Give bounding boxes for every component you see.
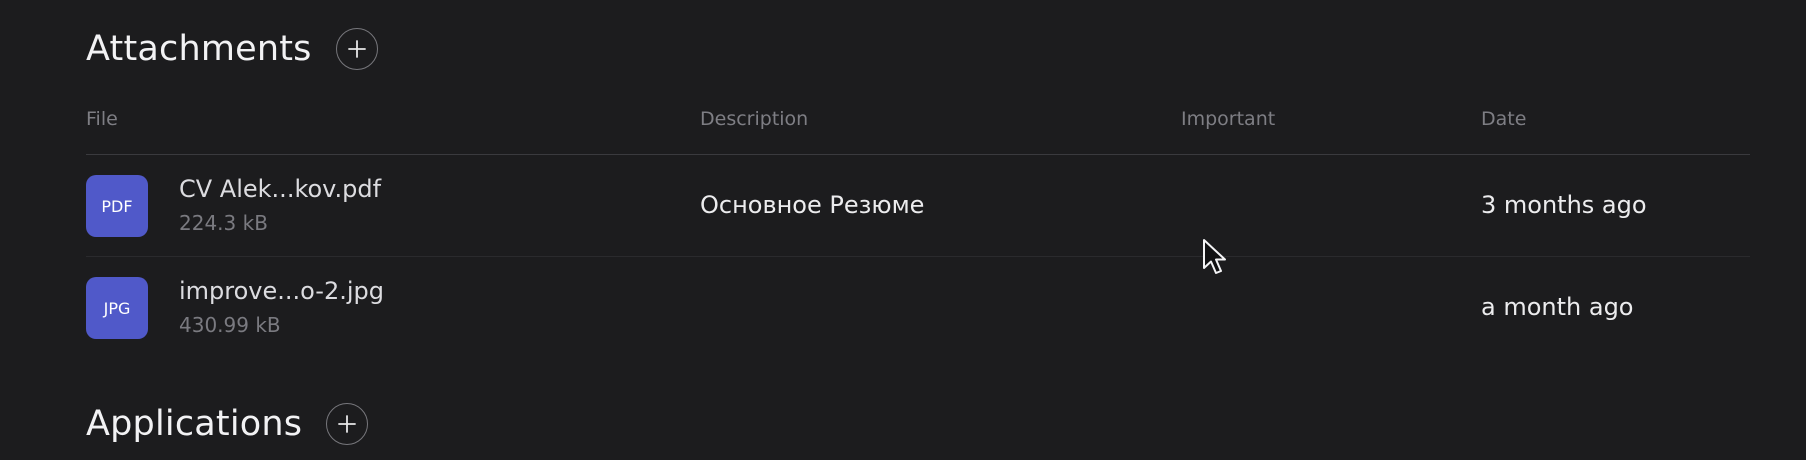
- mouse-pointer-icon: [1203, 239, 1226, 274]
- page: Attachments File Description Important D…: [0, 0, 1806, 460]
- attachments-header: Attachments: [86, 28, 378, 70]
- jpg-file-icon: JPG: [86, 277, 148, 339]
- file-name-link[interactable]: improve...o-2.jpg: [179, 277, 384, 305]
- file-description: Основное Резюме: [700, 191, 925, 219]
- table-row[interactable]: JPG improve...o-2.jpg 430.99 kB a month …: [86, 257, 1750, 358]
- column-header-date[interactable]: Date: [1481, 108, 1526, 130]
- add-attachment-button[interactable]: [335, 28, 378, 70]
- plus-icon: [338, 415, 357, 433]
- file-name-link[interactable]: CV Alek...kov.pdf: [179, 175, 381, 203]
- attachments-table: File Description Important Date PDF CV A…: [86, 96, 1750, 358]
- column-header-file[interactable]: File: [86, 108, 118, 130]
- file-date: a month ago: [1481, 293, 1634, 321]
- column-header-description[interactable]: Description: [700, 108, 808, 130]
- file-date: 3 months ago: [1481, 191, 1647, 219]
- file-size: 430.99 kB: [179, 313, 281, 337]
- add-application-button[interactable]: [326, 403, 369, 445]
- column-header-important[interactable]: Important: [1181, 108, 1275, 130]
- plus-icon: [347, 40, 366, 58]
- table-row[interactable]: PDF CV Alek...kov.pdf 224.3 kB Основное …: [86, 155, 1750, 257]
- applications-header: Applications: [86, 403, 369, 445]
- file-size: 224.3 kB: [179, 211, 268, 235]
- table-header: File Description Important Date: [86, 96, 1750, 155]
- pdf-file-icon: PDF: [86, 175, 148, 237]
- attachments-title: Attachments: [86, 29, 312, 69]
- applications-title: Applications: [86, 404, 303, 444]
